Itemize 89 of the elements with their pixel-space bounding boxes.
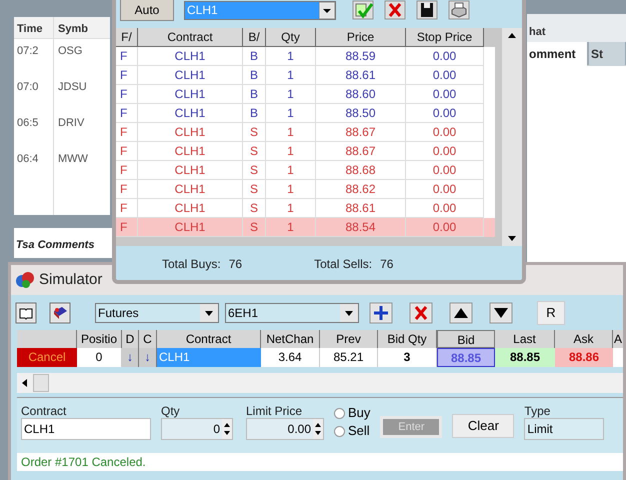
order-row[interactable]: F CLH1 S 1 88.62 0.00 — [116, 180, 495, 199]
panel-title: hat — [529, 26, 546, 38]
table-cell: 07:0 — [17, 81, 38, 93]
table-cell: F — [116, 218, 138, 237]
contract-field[interactable]: CLH1 — [21, 418, 151, 440]
table-cell: CLH1 — [157, 348, 261, 367]
clear-button[interactable]: Clear — [452, 414, 514, 438]
window-title: Simulator — [39, 270, 102, 290]
r-button[interactable]: R — [537, 301, 565, 325]
qty-spinner[interactable]: 0 — [161, 418, 233, 440]
column-header: Time — [14, 17, 53, 39]
close-icon[interactable] — [409, 302, 433, 324]
radio-button[interactable]: Buy — [334, 404, 370, 422]
market-dropdown[interactable]: Futures — [95, 303, 219, 323]
tab[interactable]: St — [589, 42, 625, 66]
table-cell: CLH1 — [138, 218, 243, 237]
column-header[interactable]: Bid Qty — [378, 330, 437, 348]
order-row[interactable]: F CLH1 B 1 88.60 0.00 — [116, 85, 495, 104]
tab[interactable]: omment — [527, 42, 587, 66]
table-cell: 0.00 — [406, 218, 484, 237]
column-header[interactable]: C — [139, 330, 157, 348]
order-row[interactable]: F CLH1 S 1 88.68 0.00 — [116, 161, 495, 180]
table-cell: JDSU — [58, 81, 87, 93]
open-book-icon[interactable] — [15, 302, 37, 324]
table-cell: 88.86 — [555, 348, 613, 367]
column-header[interactable]: Ask — [555, 330, 613, 348]
column-header[interactable]: Stop Price — [406, 28, 484, 47]
column-header[interactable]: Prev — [320, 330, 378, 348]
scrollbar[interactable] — [502, 28, 522, 246]
close-icon[interactable] — [384, 0, 406, 20]
column-header[interactable]: Contract — [138, 28, 243, 47]
total-buys-value: 76 — [228, 256, 242, 273]
column-header[interactable]: D — [122, 330, 139, 348]
field-label: Contract — [21, 403, 68, 417]
column-header[interactable]: NetChan — [261, 330, 320, 348]
column-header[interactable]: Price — [316, 28, 406, 47]
column-header[interactable]: Positio — [77, 330, 122, 348]
column-header[interactable]: Last — [495, 330, 555, 348]
table-cell: 85.21 — [320, 348, 378, 367]
order-row[interactable]: F CLH1 S 1 88.67 0.00 — [116, 123, 495, 142]
order-row[interactable]: F CLH1 B 1 88.50 0.00 — [116, 104, 495, 123]
table-cell: OSG — [58, 45, 82, 57]
column-header: Symb — [54, 17, 110, 39]
column-header[interactable]: A — [613, 330, 623, 348]
column-header[interactable]: B/ — [243, 28, 266, 47]
status-message: Order #1701 Canceled. — [21, 455, 146, 469]
column-header[interactable]: Bid — [437, 330, 495, 348]
panel-title: Tsa Comments — [16, 239, 94, 251]
table-cell: DRIV — [58, 117, 84, 129]
horizontal-scrollbar[interactable] — [17, 373, 623, 393]
checkmark-icon[interactable] — [352, 0, 374, 20]
field-label: Qty — [161, 403, 181, 417]
printer-icon[interactable] — [448, 0, 470, 20]
table-cell: S — [243, 218, 266, 237]
app-logo-icon[interactable] — [15, 271, 35, 289]
table-cell: 1 — [266, 218, 316, 237]
add-icon[interactable] — [369, 302, 393, 324]
order-row[interactable]: F CLH1 S 1 88.67 0.00 — [116, 142, 495, 161]
field-label: Limit Price — [246, 403, 304, 417]
column-header[interactable]: Qty — [266, 28, 316, 47]
order-row[interactable]: F CLH1 S 1 88.61 0.00 — [116, 199, 495, 218]
scrollbar-thumb[interactable] — [33, 374, 49, 392]
type-dropdown[interactable]: Limit — [524, 418, 604, 440]
auto-button[interactable]: Auto — [120, 0, 174, 21]
field-label: Type — [524, 403, 552, 417]
spinner-arrows-icon[interactable] — [313, 419, 323, 439]
spinner-arrows-icon[interactable] — [222, 419, 232, 439]
table-cell: 07:2 — [17, 45, 38, 57]
table-cell: MWW — [58, 153, 88, 165]
table-cell: 88.54 — [316, 218, 406, 237]
total-sells-label: Total Sells: — [314, 256, 372, 273]
order-row[interactable]: F CLH1 B 1 88.61 0.00 — [116, 66, 495, 85]
table-cell: 88.85 — [495, 348, 555, 367]
table-cell: 88.85 — [437, 348, 495, 367]
column-header[interactable]: Contract — [157, 330, 261, 348]
total-sells-value: 76 — [380, 256, 394, 273]
total-buys-label: Total Buys: — [162, 256, 221, 273]
book-icon[interactable] — [49, 302, 71, 324]
dropdown-arrow-icon[interactable] — [319, 2, 335, 18]
down-arrow-button[interactable]: ↓ — [122, 348, 139, 367]
order-row[interactable]: F CLH1 B 1 88.59 0.00 — [116, 47, 495, 66]
table-cell: 06:4 — [17, 153, 38, 165]
down-arrow-button[interactable]: ↓ — [139, 348, 157, 367]
radio-button[interactable]: Sell — [334, 422, 370, 440]
symbol-dropdown[interactable]: 6EH1 — [225, 303, 359, 323]
table-cell: 3.64 — [261, 348, 320, 367]
column-header[interactable]: F/ — [116, 28, 138, 47]
table-cell: 06:5 — [17, 117, 38, 129]
limit-price-spinner[interactable]: 0.00 — [246, 418, 324, 440]
